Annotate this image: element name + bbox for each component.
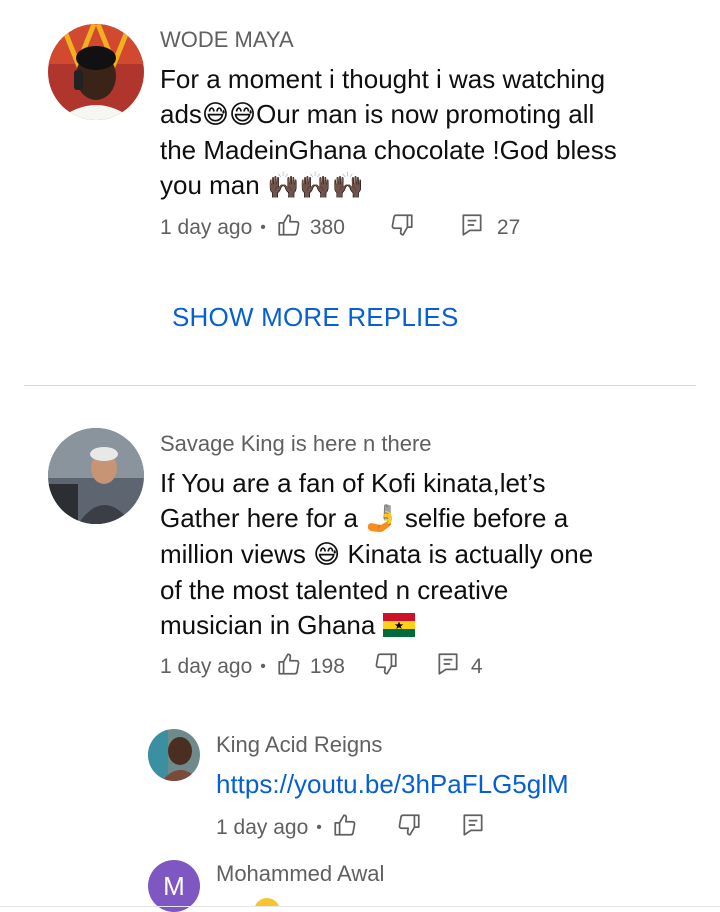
- divider: [24, 385, 696, 386]
- raising-hands-emoji: 🙌🏿🙌🏿🙌🏿: [266, 171, 365, 201]
- man-in-car-avatar: [48, 428, 144, 524]
- thumbs-down-icon[interactable]: [389, 212, 415, 244]
- avatar[interactable]: [148, 729, 200, 781]
- ghana-flag-emoji: [382, 611, 415, 641]
- comment-text-line: the MadeinGhana chocolate !God bless: [160, 135, 617, 165]
- reply-icon[interactable]: [460, 812, 486, 844]
- separator-dot: •: [260, 219, 266, 236]
- avatar[interactable]: [48, 428, 144, 524]
- reply-count: 27: [496, 216, 521, 239]
- thumbs-down-icon[interactable]: [396, 812, 422, 844]
- comment-text-line: If You are a fan of Kofi kinata,let’s: [160, 468, 546, 498]
- reply-icon[interactable]: [435, 651, 461, 683]
- thumbs-down-icon[interactable]: [373, 651, 399, 683]
- comment-actions: 1 day ago • 380 27: [160, 212, 520, 244]
- separator-dot: •: [260, 658, 266, 675]
- reply-count: 4: [470, 655, 483, 678]
- sweat-smile-emoji: 😅: [313, 540, 341, 570]
- reply-timestamp: 1 day ago: [216, 816, 309, 839]
- show-more-replies-button[interactable]: SHOW MORE REPLIES: [172, 302, 459, 333]
- comment-text-line: For a moment i thought i was watching: [160, 64, 606, 94]
- reply-icon[interactable]: [459, 212, 485, 244]
- avatar[interactable]: M: [148, 860, 200, 912]
- reply-author[interactable]: King Acid Reigns: [216, 732, 382, 758]
- sweat-smile-emoji: 😅😅: [201, 100, 257, 130]
- comment-text-line: million views 😅 Kinata is actually one: [160, 539, 594, 570]
- reply-link[interactable]: https://youtu.be/3hPaFLG5glM: [216, 767, 569, 802]
- comment-text-line: ads😅😅Our man is now promoting all: [160, 99, 595, 130]
- selfie-emoji: 🤳: [365, 504, 398, 534]
- comment-text-line: Gather here for a 🤳 selfie before a: [160, 503, 569, 534]
- person-with-phone-avatar: [48, 24, 144, 120]
- like-count: 380: [309, 216, 345, 239]
- reply-actions: 1 day ago •: [216, 812, 486, 844]
- comment-actions: 1 day ago • 198 4: [160, 651, 483, 683]
- thumbs-up-icon[interactable]: [276, 651, 302, 683]
- comment-text-line: of the most talented n creative: [160, 575, 509, 605]
- comment-author[interactable]: WODE MAYA: [160, 27, 294, 53]
- reply-author[interactable]: Mohammed Awal: [216, 861, 384, 887]
- person-photo-avatar: [148, 729, 200, 781]
- comment-timestamp: 1 day ago: [160, 216, 253, 239]
- thumbs-up-icon[interactable]: [332, 812, 358, 844]
- avatar[interactable]: [48, 24, 144, 120]
- comment-text-line: musician in Ghana: [160, 608, 680, 644]
- comment-timestamp: 1 day ago: [160, 655, 253, 678]
- comment-author[interactable]: Savage King is here n there: [160, 431, 432, 457]
- comment-text: For a moment i thought i was watching ad…: [160, 62, 680, 204]
- comment-text: If You are a fan of Kofi kinata,let’s Ga…: [160, 466, 680, 644]
- comment-text-line: you man 🙌🏿🙌🏿🙌🏿: [160, 170, 365, 201]
- separator-dot: •: [316, 819, 322, 836]
- thumbs-up-icon[interactable]: [276, 212, 302, 244]
- like-count: 198: [309, 655, 345, 678]
- avatar-letter: M: [163, 870, 185, 901]
